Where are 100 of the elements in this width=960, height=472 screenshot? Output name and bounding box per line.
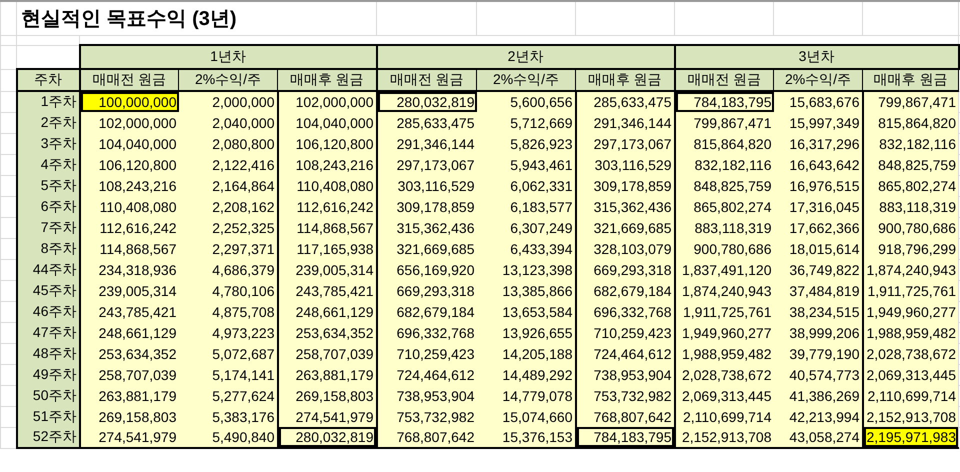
table-cell: 13,653,584 [476, 301, 576, 322]
table-cell: 2,080,800 [178, 133, 278, 154]
table-cell: 280,032,819 [376, 91, 476, 112]
table-cell: 274,541,979 [80, 427, 178, 448]
row-header: 48주차 [16, 343, 80, 364]
table-cell: 18,015,614 [774, 238, 862, 259]
table-cell: 263,881,179 [278, 364, 376, 385]
row-header: 45주차 [16, 280, 80, 301]
table-cell: 6,183,577 [476, 196, 576, 217]
table-cell: 15,376,153 [476, 427, 576, 448]
table-cell: 110,408,080 [278, 175, 376, 196]
group-header: 3년차 [674, 45, 958, 69]
table-cell: 243,785,421 [80, 301, 178, 322]
table-cell: 17,662,366 [774, 217, 862, 238]
table-cell: 6,062,331 [476, 175, 576, 196]
group-header: 1년차 [80, 45, 376, 69]
table-cell: 16,643,642 [774, 154, 862, 175]
column-header: 매매후 원금 [862, 69, 958, 91]
table-cell: 114,868,567 [80, 238, 178, 259]
table-cell: 1,874,240,943 [862, 259, 958, 280]
row-header: 2주차 [16, 112, 80, 133]
table-cell: 108,243,216 [278, 154, 376, 175]
row-header: 51주차 [16, 406, 80, 427]
table-cell: 1,988,959,482 [862, 322, 958, 343]
table-cell: 38,999,206 [774, 322, 862, 343]
sheet-title: 현실적인 목표수익 (3년) [21, 8, 237, 30]
table-cell: 5,826,923 [476, 133, 576, 154]
table-cell: 2,122,416 [178, 154, 278, 175]
table-cell: 865,802,274 [862, 175, 958, 196]
row-header: 3주차 [16, 133, 80, 154]
table-cell: 710,259,423 [376, 343, 476, 364]
table-cell: 848,825,759 [862, 154, 958, 175]
row-header: 47주차 [16, 322, 80, 343]
table-cell: 248,661,129 [80, 322, 178, 343]
table-cell: 16,317,296 [774, 133, 862, 154]
table-cell: 768,807,642 [376, 427, 476, 448]
table-cell: 4,973,223 [178, 322, 278, 343]
table-cell: 291,346,144 [376, 133, 476, 154]
table-cell: 321,669,685 [576, 217, 674, 238]
table-cell: 656,169,920 [376, 259, 476, 280]
table-cell: 38,234,515 [774, 301, 862, 322]
table-cell: 117,165,938 [278, 238, 376, 259]
table-cell: 102,000,000 [278, 91, 376, 112]
table-cell: 784,183,795 [576, 427, 674, 448]
row-header: 50주차 [16, 385, 80, 406]
column-header: 주차 [16, 69, 80, 91]
table-cell: 753,732,982 [376, 406, 476, 427]
table-cell: 724,464,612 [376, 364, 476, 385]
table-cell: 5,383,176 [178, 406, 278, 427]
table-cell: 2,028,738,672 [674, 364, 774, 385]
table-cell: 110,408,080 [80, 196, 178, 217]
table-cell: 784,183,795 [674, 91, 774, 112]
table-cell: 2,164,864 [178, 175, 278, 196]
column-header: 매매후 원금 [576, 69, 674, 91]
table-cell: 14,779,078 [476, 385, 576, 406]
table-cell: 2,152,913,708 [674, 427, 774, 448]
table-cell: 112,616,242 [278, 196, 376, 217]
table-cell: 2,152,913,708 [862, 406, 958, 427]
table-cell: 5,072,687 [178, 343, 278, 364]
table-cell: 669,293,318 [376, 280, 476, 301]
table-cell: 114,868,567 [278, 217, 376, 238]
table-cell: 243,785,421 [278, 280, 376, 301]
table-cell: 14,205,188 [476, 343, 576, 364]
table-cell: 102,000,000 [80, 112, 178, 133]
table-cell: 4,686,379 [178, 259, 278, 280]
table-cell: 285,633,475 [576, 91, 674, 112]
table-cell: 269,158,803 [80, 406, 178, 427]
table-cell: 106,120,800 [80, 154, 178, 175]
table-cell: 6,433,394 [476, 238, 576, 259]
row-header: 4주차 [16, 154, 80, 175]
table-cell: 5,174,141 [178, 364, 278, 385]
table-cell: 43,058,274 [774, 427, 862, 448]
table-cell: 1,949,960,277 [862, 301, 958, 322]
table-cell: 42,213,994 [774, 406, 862, 427]
table-cell: 2,208,162 [178, 196, 278, 217]
table-cell: 13,926,655 [476, 322, 576, 343]
table-cell: 1,949,960,277 [674, 322, 774, 343]
column-header: 2%수익/주 [178, 69, 278, 91]
table-cell: 14,489,292 [476, 364, 576, 385]
table-cell: 724,464,612 [576, 343, 674, 364]
row-header: 7주차 [16, 217, 80, 238]
row-header: 44주차 [16, 259, 80, 280]
table-cell: 832,182,116 [674, 154, 774, 175]
table-cell: 40,574,773 [774, 364, 862, 385]
table-cell: 39,779,190 [774, 343, 862, 364]
group-header: 2년차 [376, 45, 674, 69]
table-cell: 2,069,313,445 [674, 385, 774, 406]
table-cell: 108,243,216 [80, 175, 178, 196]
row-header: 1주차 [16, 91, 80, 112]
table-cell: 258,707,039 [80, 364, 178, 385]
table-cell: 4,780,106 [178, 280, 278, 301]
table-cell: 37,484,819 [774, 280, 862, 301]
table-cell: 315,362,436 [576, 196, 674, 217]
table-cell: 5,712,669 [476, 112, 576, 133]
table-cell: 5,600,656 [476, 91, 576, 112]
table-cell: 883,118,319 [674, 217, 774, 238]
table-cell: 5,277,624 [178, 385, 278, 406]
table-cell: 104,040,000 [80, 133, 178, 154]
row-header: 46주차 [16, 301, 80, 322]
table-cell: 1,911,725,761 [674, 301, 774, 322]
